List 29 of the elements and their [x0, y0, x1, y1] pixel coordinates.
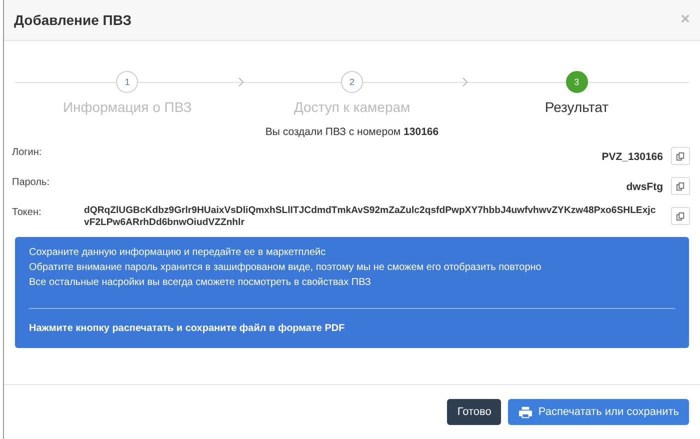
chevron-icon [238, 77, 245, 87]
step-number[interactable]: 1 [116, 71, 138, 93]
copy-button[interactable] [671, 207, 690, 225]
field-label: Пароль: [12, 176, 50, 188]
copy-icon [676, 182, 685, 190]
field-value: dQRqZlUGBcKdbz9Grlr9HUaixVsDliQmxhSLlITJCdmdTmkAvS92mZaZulc2qsfdPwpXY7hbbJ4uwfvhwvZYKzw48Pxo6SHLExjcvF2LPw6ARrhDd6bnwOiudVZZnhlr [84, 205, 657, 229]
dialog-title: Добавление ПВЗ [14, 12, 132, 28]
field-value: dwsFtg [625, 180, 663, 193]
step-label: Информация о ПВЗ [62, 99, 192, 115]
copy-icon [676, 212, 685, 220]
copy-button[interactable] [671, 147, 690, 165]
step-number[interactable]: 3 [566, 71, 588, 93]
chevron-icon [462, 77, 470, 87]
printer-icon [518, 406, 534, 418]
done-button[interactable]: Готово [447, 399, 502, 425]
alert-text: Сохраните данную информацию и передайте ее в маркетплейс [29, 246, 327, 260]
field-label: Логин: [12, 146, 43, 158]
step-number[interactable]: 2 [341, 71, 363, 93]
copy-button[interactable] [671, 177, 690, 195]
alert-text: Обратите внимание пароль хранится в зашифрованом виде, поэтому мы не сможем его отобразить повторно [29, 261, 542, 275]
field-value: PVZ_130166 [600, 150, 663, 163]
result-message: Вы создали ПВЗ с номером 130166 [264, 126, 440, 138]
copy-icon [676, 152, 685, 160]
print-button[interactable]: Распечатать или сохранить [508, 399, 689, 425]
alert-note: Нажмите кнопку распечатать и сохраните файл в формате PDF [29, 323, 346, 334]
step-label: Доступ к камерам [294, 99, 410, 115]
field-label: Токен: [12, 206, 42, 218]
step-label: Результат [544, 99, 609, 115]
alert-text: Все остальные насройки вы всегда сможете посмотреть в свойствах ПВЗ [29, 276, 372, 290]
